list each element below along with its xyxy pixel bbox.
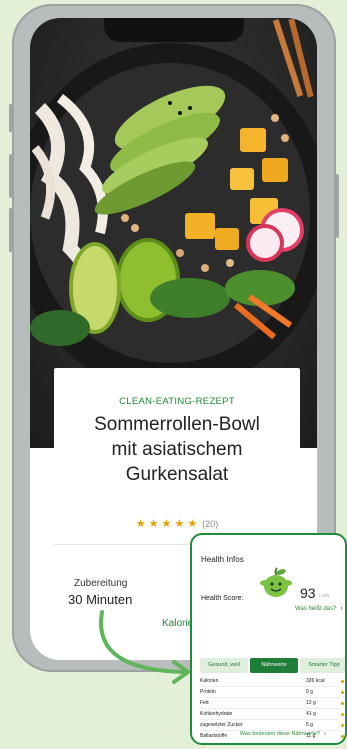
recipe-category: CLEAN-EATING-REZEPT [119, 396, 235, 407]
health-score-max: / 100 [319, 593, 330, 598]
nutrient-row: Fett 13 g [200, 698, 344, 708]
nutrient-meaning-link[interactable]: Was bedeuten diese Nährwerte? › [240, 731, 326, 737]
recipe-title-line-3: Gurkensalat [125, 464, 229, 485]
volume-down-button [9, 208, 12, 252]
nutrient-row: Protein 9 g [200, 687, 344, 697]
health-tabs: Gesund, weil Nährwerte Smarter Tipp [200, 658, 345, 673]
status-dot [341, 735, 344, 738]
prep-time-value: 30 Minuten [68, 592, 133, 607]
status-dot [341, 680, 344, 683]
health-score-value: 93 [300, 585, 316, 601]
tab-naehrwerte[interactable]: Nährwerte [250, 658, 298, 673]
health-title: Health Infos [201, 555, 244, 564]
nutrient-value: 326 kcal [306, 678, 325, 684]
nutrient-name: Protein [200, 689, 216, 695]
chevron-right-icon: › [323, 731, 326, 737]
volume-up-button [9, 154, 12, 198]
rating[interactable]: ★ ★ ★ ★ ★ (20) [54, 517, 300, 530]
status-dot [341, 724, 344, 727]
status-dot [341, 713, 344, 716]
nutrient-row: Kalorien 326 kcal [200, 676, 344, 686]
what-link-label: Was heißt das? [295, 606, 337, 612]
nutrient-value: 9 g [306, 689, 313, 695]
nutrient-value: 13 g [306, 700, 316, 706]
nutrient-row: Kohlenhydrate 41 g [200, 709, 344, 719]
status-dot [341, 702, 344, 705]
chevron-right-icon: › [340, 606, 343, 612]
notch [104, 18, 244, 42]
recipe-title: Sommerrollen-Bowl mit asiatischem Gurken… [64, 412, 290, 487]
health-score-label: Health Score: [201, 595, 244, 602]
nutrient-name: Ballaststoffe [200, 733, 228, 739]
recipe-title-line-1: Sommerrollen-Bowl [94, 414, 260, 435]
mute-button [9, 104, 12, 132]
recipe-title-line-2: mit asiatischem [111, 439, 243, 460]
nutrient-value: 41 g [306, 711, 316, 717]
nutrient-name: zugesetzter Zucker [200, 722, 243, 728]
prep-time-label: Zubereitung [74, 578, 128, 589]
power-button [336, 174, 339, 238]
tab-smarter-tipp[interactable]: Smarter Tipp [300, 658, 345, 673]
nutrient-row: zugesetzter Zucker 5 g [200, 720, 344, 730]
meaning-link-label: Was bedeuten diese Nährwerte? [240, 731, 320, 737]
apple-mascot-icon [260, 567, 292, 597]
nutrient-name: Fett [200, 700, 209, 706]
tab-gesund-weil[interactable]: Gesund, weil [200, 658, 248, 673]
rating-count: (20) [202, 519, 219, 529]
status-dot [341, 691, 344, 694]
health-info-panel: Health Infos Health Score: 93 / 100 Was … [190, 533, 347, 745]
rating-stars: ★ ★ ★ ★ ★ [135, 518, 198, 530]
nutrient-name: Kohlenhydrate [200, 711, 233, 717]
nutrient-value: 5 g [306, 722, 313, 728]
what-does-it-mean-link[interactable]: Was heißt das? › [295, 606, 342, 612]
nutrient-name: Kalorien [200, 678, 219, 684]
curved-arrow-icon [99, 610, 190, 684]
